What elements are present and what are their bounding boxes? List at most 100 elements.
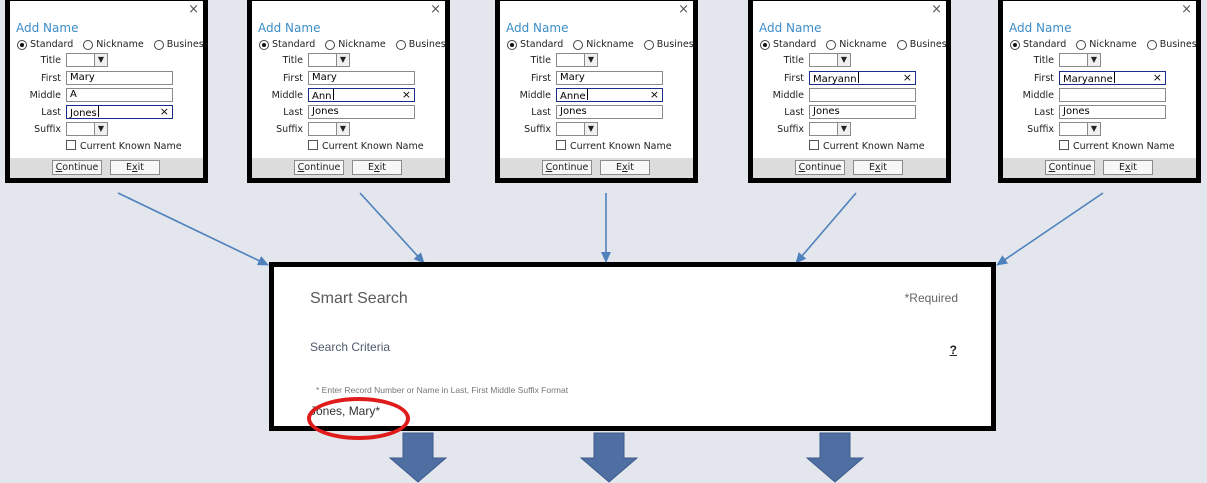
radio-nickname[interactable]: Nickname	[573, 39, 634, 50]
radio-standard[interactable]: Standard	[760, 39, 816, 50]
first-field[interactable]: Maryanne ×	[1059, 71, 1166, 85]
add-name-dialog-5: × Add Name Standard Nickname Business Ti…	[998, 0, 1201, 183]
title-label: Title	[282, 55, 303, 66]
last-label: Last	[531, 107, 551, 118]
radio-standard[interactable]: Standard	[507, 39, 563, 50]
radio-business[interactable]: Business	[1146, 39, 1201, 50]
add-name-dialog-4: × Add Name Standard Nickname Business Ti…	[748, 0, 951, 183]
continue-button[interactable]: Continue	[294, 160, 344, 175]
title-label: Title	[530, 55, 551, 66]
radio-label: Business	[166, 39, 208, 50]
radio-standard[interactable]: Standard	[1010, 39, 1066, 50]
last-value: Jones	[70, 108, 97, 119]
clear-icon[interactable]: ×	[160, 106, 169, 118]
current-known-name-checkbox[interactable]: Current Known Name	[1059, 140, 1196, 152]
radio-standard[interactable]: Standard	[17, 39, 73, 50]
first-field[interactable]: Mary	[66, 71, 173, 85]
title-select[interactable]: ▼	[308, 53, 350, 67]
continue-button[interactable]: Continue	[542, 160, 592, 175]
connector-line-4	[795, 192, 857, 264]
clear-icon[interactable]: ×	[402, 89, 411, 101]
title-select[interactable]: ▼	[1059, 53, 1101, 67]
last-field[interactable]: Jones ×	[66, 105, 173, 119]
dialog-title: Add Name	[16, 21, 79, 35]
radio-nickname[interactable]: Nickname	[325, 39, 386, 50]
suffix-select[interactable]: ▼	[308, 122, 350, 136]
last-field[interactable]: Jones	[809, 105, 916, 119]
first-field[interactable]: Mary	[556, 71, 663, 85]
exit-button[interactable]: Exit	[352, 160, 402, 175]
dropdown-arrow-icon: ▼	[336, 123, 349, 135]
current-known-name-checkbox[interactable]: Current Known Name	[809, 140, 946, 152]
last-value: Jones	[1063, 106, 1090, 117]
title-select[interactable]: ▼	[556, 53, 598, 67]
middle-field[interactable]: Ann ×	[308, 88, 415, 102]
clear-icon[interactable]: ×	[650, 89, 659, 101]
radio-checked-icon	[17, 39, 27, 50]
continue-button[interactable]: Continue	[795, 160, 845, 175]
current-known-name-checkbox[interactable]: Current Known Name	[556, 140, 693, 152]
exit-label: Exit	[615, 162, 634, 173]
dropdown-arrow-icon: ▼	[584, 123, 597, 135]
middle-field[interactable]: A	[66, 88, 173, 102]
suffix-label: Suffix	[1027, 124, 1054, 135]
dialog-title: Add Name	[759, 21, 822, 35]
radio-business[interactable]: Business	[395, 39, 450, 50]
middle-field[interactable]	[1059, 88, 1166, 102]
required-note: *Required	[904, 291, 958, 305]
clear-icon[interactable]: ×	[903, 72, 912, 84]
current-known-name-checkbox[interactable]: Current Known Name	[308, 140, 445, 152]
radio-nickname[interactable]: Nickname	[826, 39, 887, 50]
radio-business[interactable]: Business	[896, 39, 951, 50]
radio-business[interactable]: Business	[153, 39, 208, 50]
exit-button[interactable]: Exit	[110, 160, 160, 175]
title-select[interactable]: ▼	[66, 53, 108, 67]
continue-button[interactable]: Continue	[1045, 160, 1095, 175]
radio-label: Business	[909, 39, 951, 50]
last-field[interactable]: Jones	[556, 105, 663, 119]
middle-field[interactable]: Anne ×	[556, 88, 663, 102]
middle-label: Middle	[772, 90, 804, 101]
last-field[interactable]: Jones	[308, 105, 415, 119]
exit-button[interactable]: Exit	[853, 160, 903, 175]
radio-nickname[interactable]: Nickname	[1076, 39, 1137, 50]
title-select[interactable]: ▼	[809, 53, 851, 67]
radio-label: Business	[1159, 39, 1201, 50]
exit-button[interactable]: Exit	[600, 160, 650, 175]
radio-standard[interactable]: Standard	[259, 39, 315, 50]
radio-label: Business	[408, 39, 450, 50]
close-icon[interactable]: ×	[188, 3, 199, 17]
radio-unchecked-icon	[1146, 39, 1157, 50]
radio-business[interactable]: Business	[643, 39, 693, 50]
close-icon[interactable]: ×	[430, 3, 441, 17]
last-field[interactable]: Jones	[1059, 105, 1166, 119]
current-known-name-checkbox[interactable]: Current Known Name	[66, 140, 203, 152]
checkbox-icon	[66, 140, 76, 150]
checkbox-icon	[809, 140, 819, 150]
down-arrow-icon	[580, 432, 638, 483]
add-name-dialog-1: × Add Name Standard Nickname Business Ti…	[5, 0, 208, 183]
close-icon[interactable]: ×	[931, 3, 942, 17]
suffix-select[interactable]: ▼	[556, 122, 598, 136]
clear-icon[interactable]: ×	[1153, 72, 1162, 84]
radio-label: Standard	[773, 39, 817, 50]
middle-field[interactable]	[809, 88, 916, 102]
last-label: Last	[41, 107, 61, 118]
first-field[interactable]: Maryann ×	[809, 71, 916, 85]
suffix-select[interactable]: ▼	[66, 122, 108, 136]
radio-nickname[interactable]: Nickname	[83, 39, 144, 50]
suffix-select[interactable]: ▼	[809, 122, 851, 136]
close-icon[interactable]: ×	[1181, 3, 1192, 17]
continue-button[interactable]: Continue	[52, 160, 102, 175]
first-label: First	[784, 73, 804, 84]
first-field[interactable]: Mary	[308, 71, 415, 85]
first-label: First	[283, 73, 303, 84]
first-label: First	[41, 73, 61, 84]
connector-line-2	[359, 192, 425, 264]
middle-label: Middle	[271, 90, 303, 101]
exit-button[interactable]: Exit	[1103, 160, 1153, 175]
suffix-select[interactable]: ▼	[1059, 122, 1101, 136]
dropdown-arrow-icon: ▼	[1087, 123, 1100, 135]
help-icon[interactable]: ?	[950, 343, 957, 357]
close-icon[interactable]: ×	[678, 3, 689, 17]
